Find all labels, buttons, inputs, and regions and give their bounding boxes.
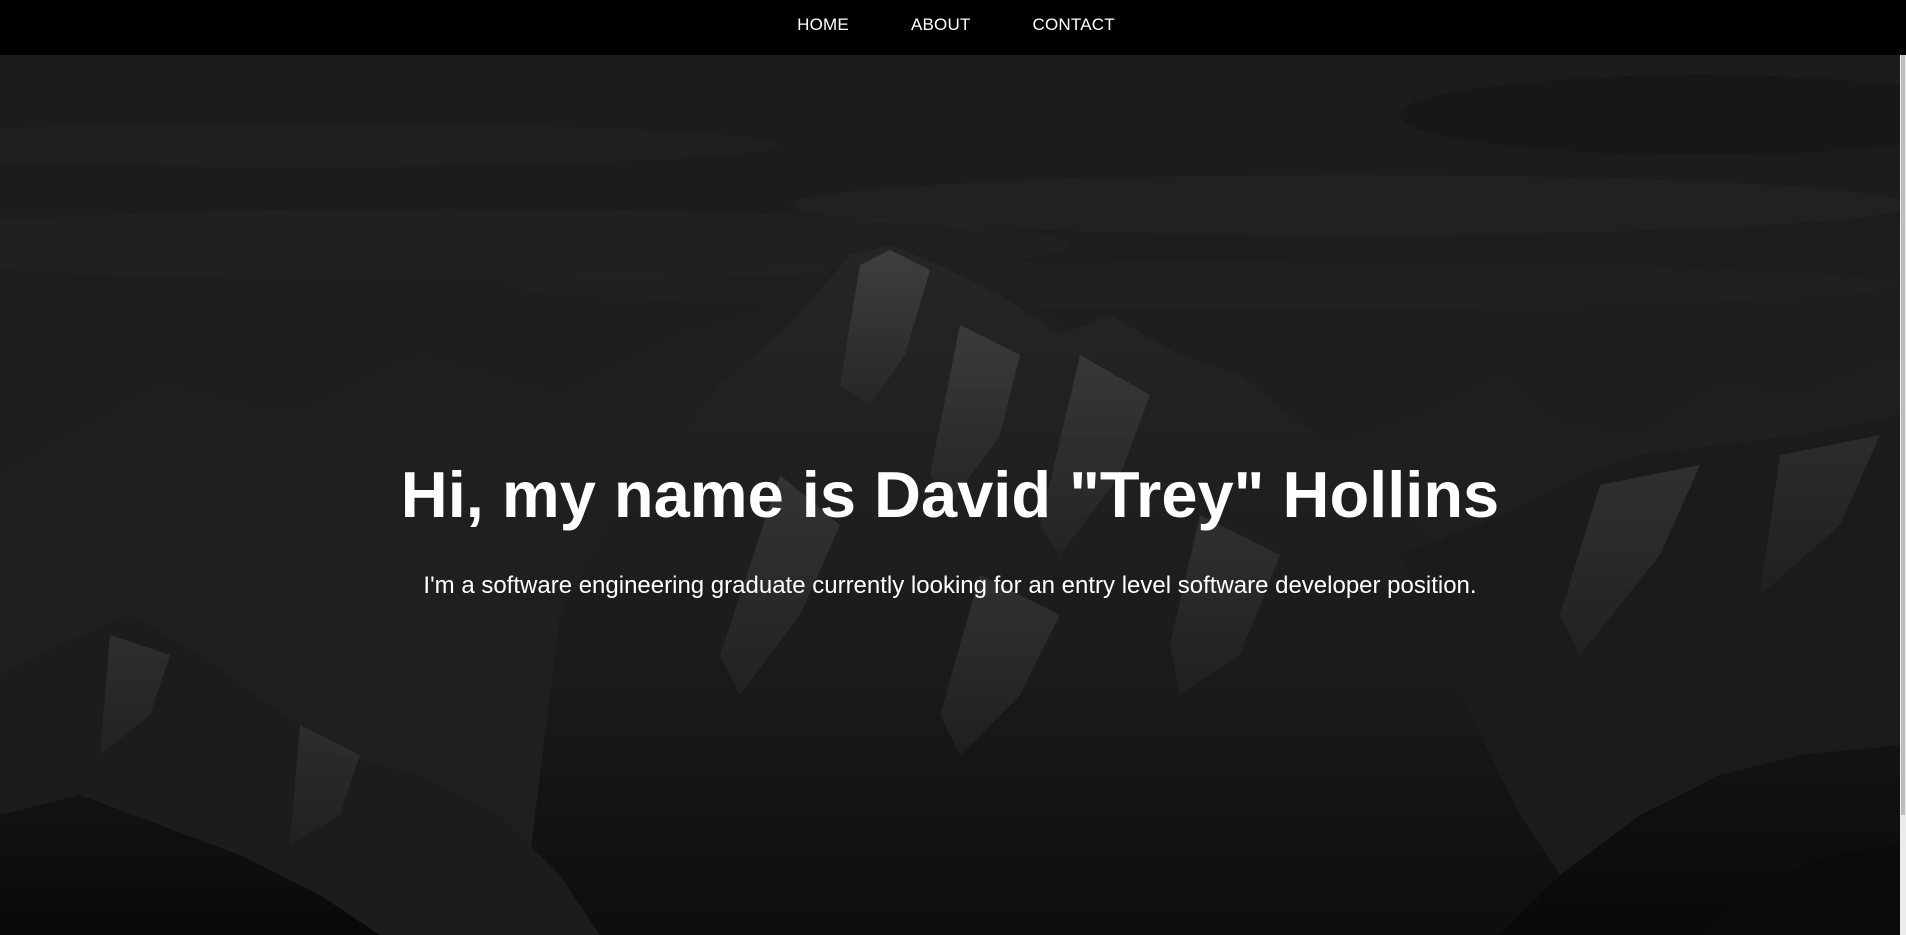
nav-link-home[interactable]: HOME (766, 15, 880, 35)
nav-item-home: HOME (766, 15, 880, 35)
scrollbar-thumb[interactable] (1901, 55, 1905, 815)
nav-link-contact[interactable]: CONTACT (1002, 15, 1146, 35)
nav-list: HOME ABOUT CONTACT (766, 15, 1146, 35)
hero-section: Hi, my name is David "Trey" Hollins I'm … (0, 55, 1900, 935)
nav-link-about[interactable]: ABOUT (880, 15, 1002, 35)
page-scrollbar[interactable] (1900, 55, 1906, 935)
nav-item-contact: CONTACT (1002, 15, 1146, 35)
page: HOME ABOUT CONTACT Hi, my name is David … (0, 0, 1906, 935)
top-navbar: HOME ABOUT CONTACT (0, 0, 1906, 55)
nav-item-about: ABOUT (880, 15, 1002, 35)
hero-subtitle: I'm a software engineering graduate curr… (423, 572, 1477, 599)
hero-content: Hi, my name is David "Trey" Hollins I'm … (0, 55, 1900, 935)
hero-title: Hi, my name is David "Trey" Hollins (400, 458, 1500, 531)
